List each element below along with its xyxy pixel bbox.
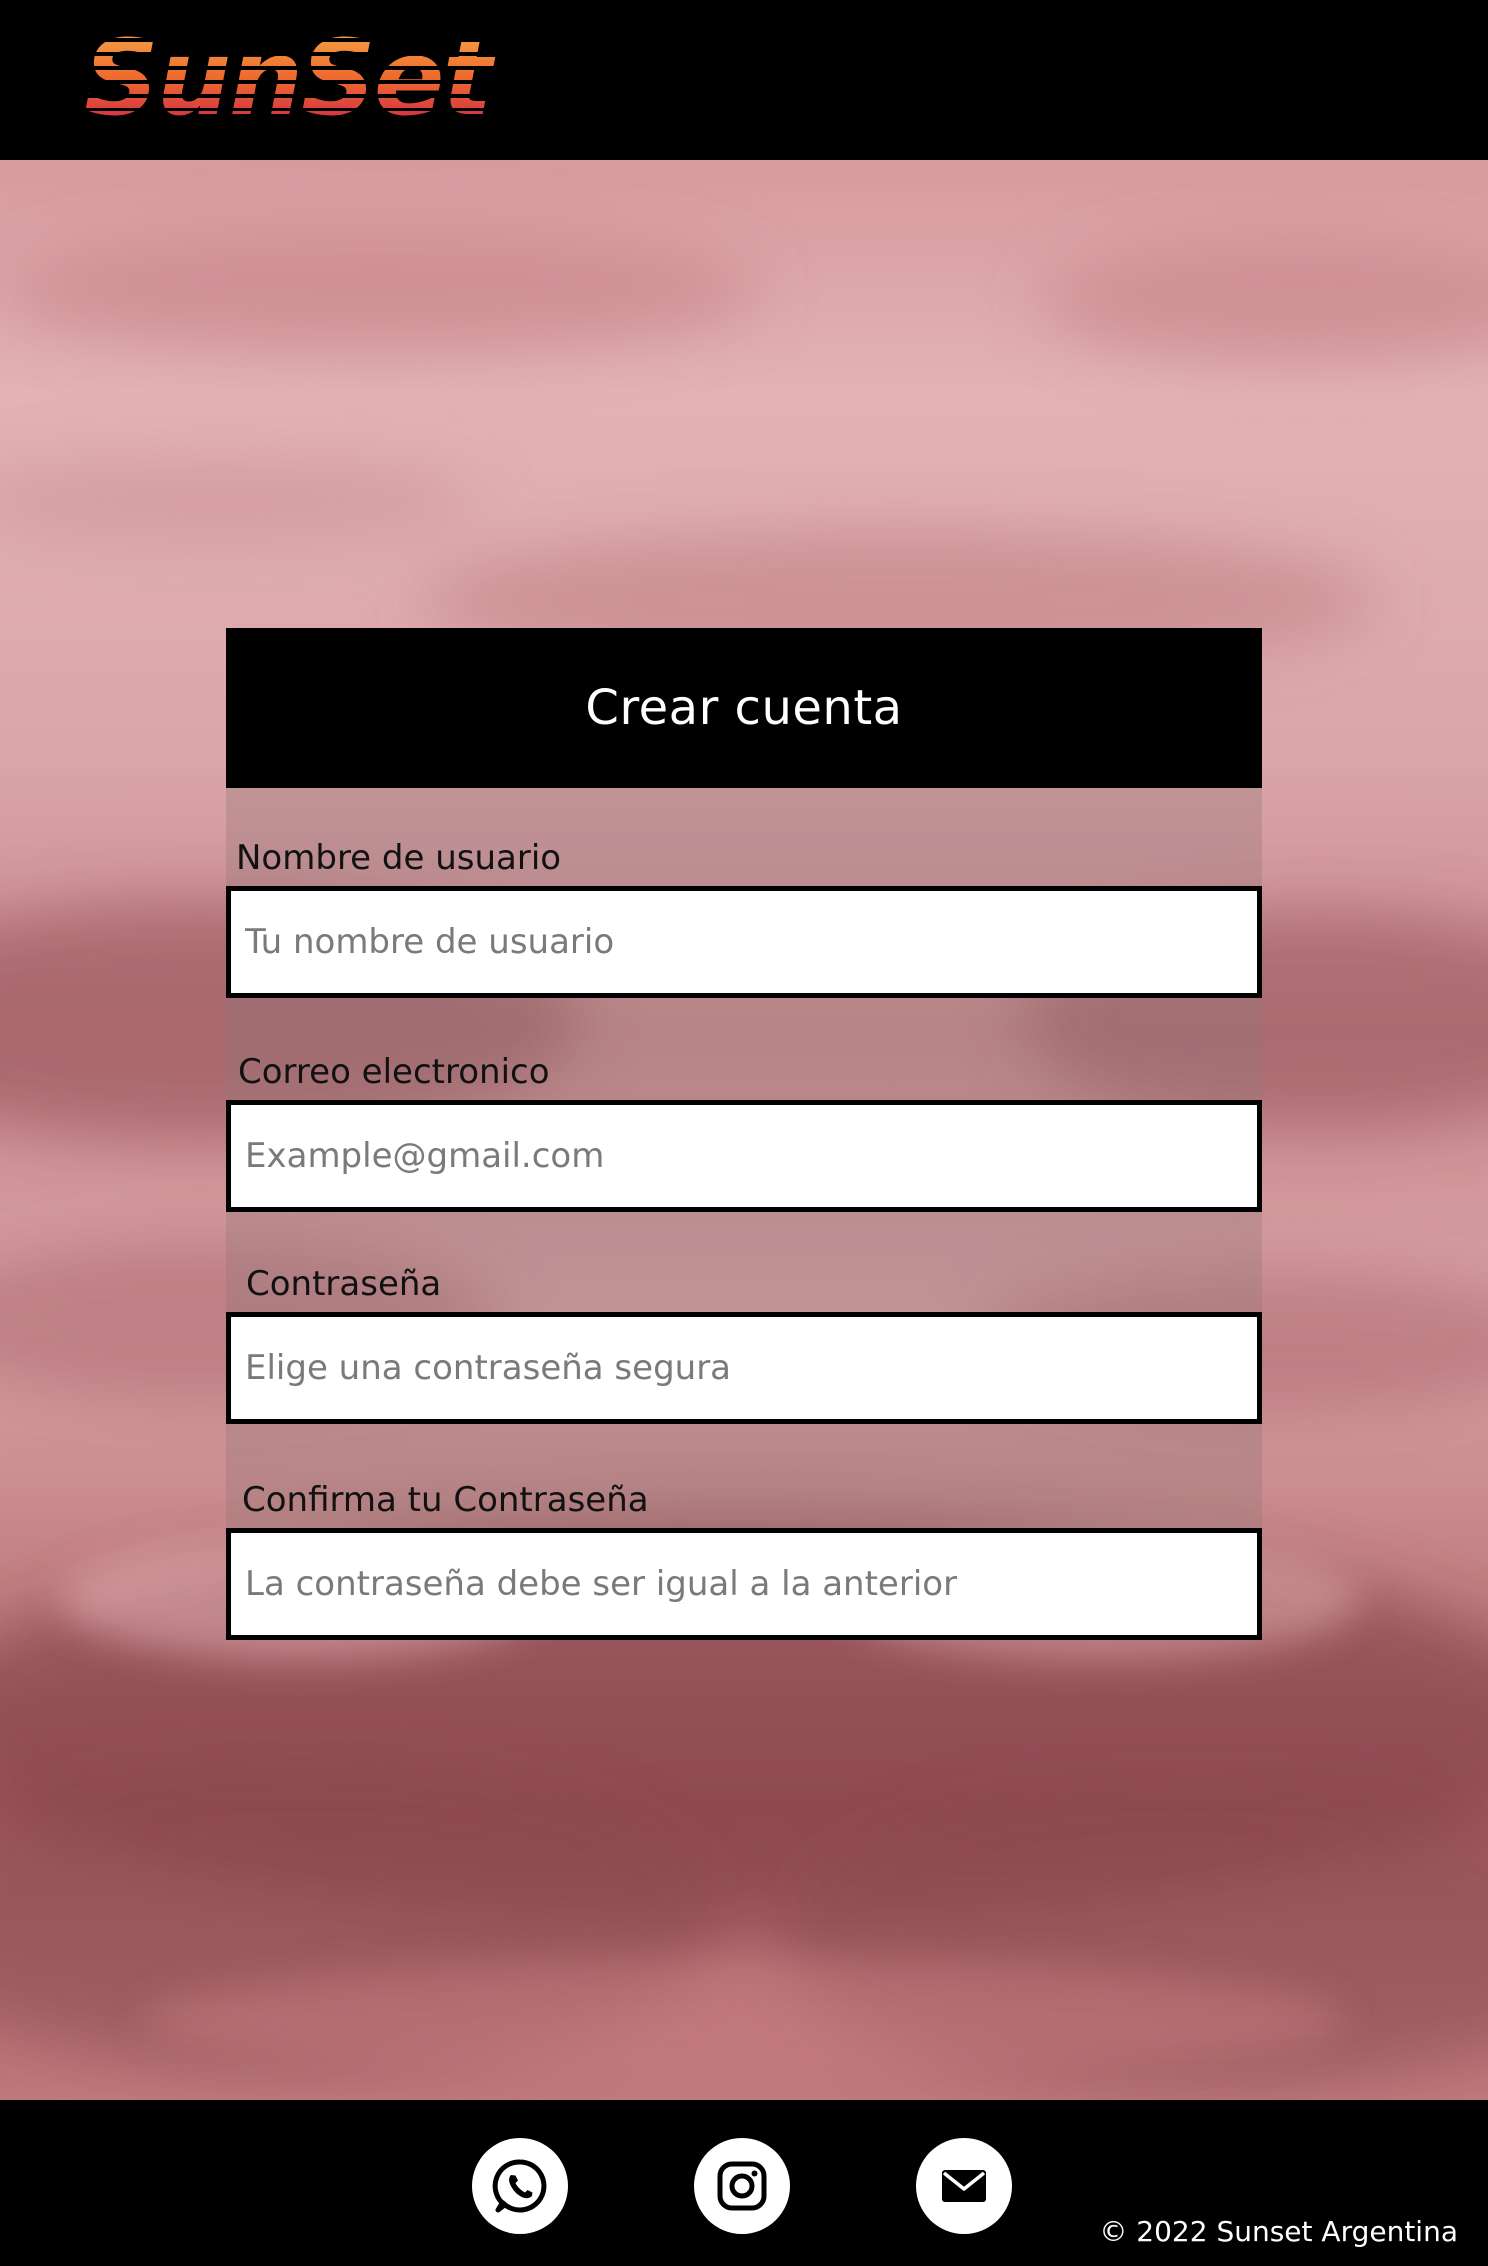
sunset-logo-graphic: SunSet SunSet — [80, 17, 550, 139]
form-title: Crear cuenta — [585, 680, 903, 736]
instagram-icon — [717, 2161, 767, 2211]
form-title-bar: Crear cuenta — [226, 628, 1262, 788]
mail-link[interactable] — [916, 2138, 1012, 2234]
svg-text:SunSet: SunSet — [84, 20, 495, 128]
whatsapp-link[interactable] — [472, 2138, 568, 2234]
password-label: Contraseña — [246, 1264, 442, 1304]
site-header: SunSet SunSet — [0, 0, 1488, 160]
sunset-logo[interactable]: SunSet SunSet — [80, 17, 550, 139]
confirm-password-input[interactable] — [226, 1528, 1262, 1640]
confirm-password-label: Confirma tu Contraseña — [242, 1480, 649, 1520]
signup-form: Crear cuenta Nombre de usuario Correo el… — [226, 628, 1262, 1640]
site-footer: © 2022 Sunset Argentina — [0, 2100, 1488, 2266]
username-input[interactable] — [226, 886, 1262, 998]
password-input[interactable] — [226, 1312, 1262, 1424]
form-body: Nombre de usuario Correo electronico Con… — [226, 788, 1262, 1640]
copyright-text: © 2022 Sunset Argentina — [1099, 2215, 1458, 2248]
mail-icon — [942, 2170, 986, 2202]
whatsapp-icon — [492, 2159, 547, 2213]
username-label: Nombre de usuario — [236, 838, 562, 878]
email-label: Correo electronico — [238, 1052, 550, 1092]
email-input[interactable] — [226, 1100, 1262, 1212]
instagram-link[interactable] — [694, 2138, 790, 2234]
